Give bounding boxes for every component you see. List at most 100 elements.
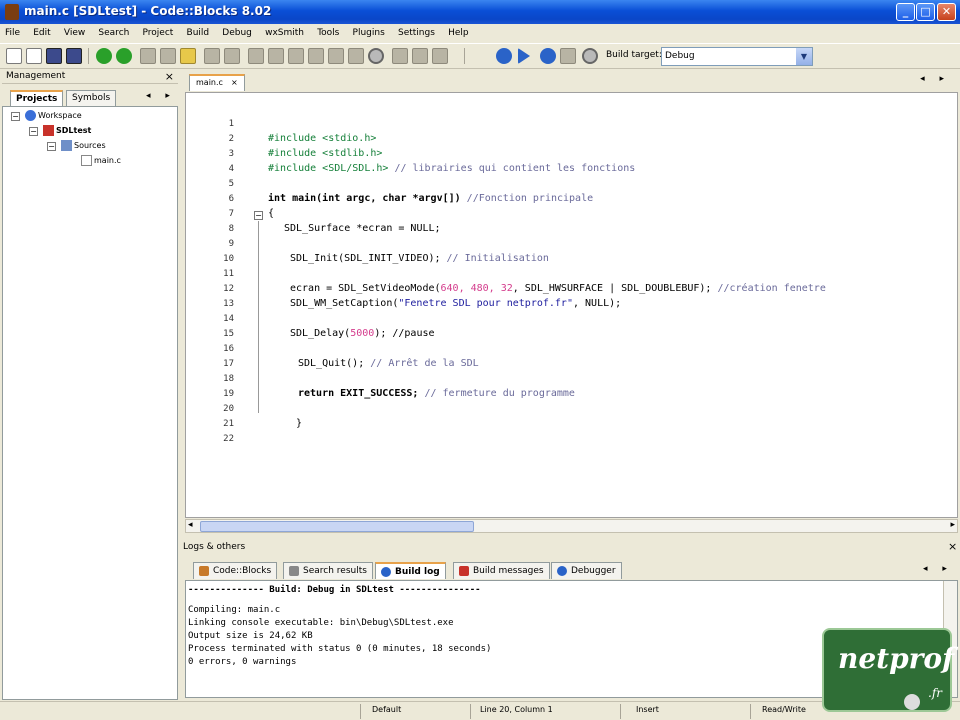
scroll-right-icon[interactable]: ▸ [950,520,955,530]
collapse-sources-toggle[interactable]: − [47,142,56,151]
line-number: 9 [228,239,234,249]
menu-wxsmith[interactable]: wxSmith [260,24,309,42]
log-line: -------------- Build: Debug in SDLtest -… [188,585,481,595]
paste-icon[interactable] [180,48,196,64]
tree-workspace[interactable]: Workspace [25,110,82,121]
run-icon[interactable] [518,48,530,64]
debug-next-icon[interactable] [268,48,284,64]
line-number: 14 [223,314,234,324]
stop-debug-icon[interactable] [368,48,384,64]
toolbar: Build target: Debug ▼ [0,43,960,69]
fold-toggle[interactable]: − [254,211,263,220]
menu-view[interactable]: View [59,24,90,42]
editor-horizontal-scrollbar[interactable]: ◂ ▸ [185,519,958,533]
menu-file[interactable]: File [0,24,25,42]
menu-tools[interactable]: Tools [312,24,344,42]
toggle-comment-icon[interactable] [392,48,408,64]
close-icon[interactable]: × [231,78,238,87]
build-and-run-icon[interactable] [540,48,556,64]
collapse-project-toggle[interactable]: − [29,127,38,136]
logo-subtext: .fr [928,686,942,700]
close-icon[interactable]: × [948,540,957,553]
open-file-icon[interactable] [26,48,42,64]
debug-stepout-icon[interactable] [308,48,324,64]
tree-sources-folder[interactable]: Sources [61,140,106,151]
debug-step-icon[interactable] [248,48,264,64]
tab-label: Debugger [571,566,616,576]
status-separator [470,704,471,719]
redo-icon[interactable] [116,48,132,64]
bookmark-icon[interactable] [432,48,448,64]
save-all-icon[interactable] [66,48,82,64]
tab-label: Build log [395,567,440,577]
close-window-button[interactable]: ✕ [937,3,956,21]
tab-build-messages[interactable]: Build messages [453,562,550,579]
logs-header: Logs & others × [183,540,957,553]
debug-info-icon[interactable] [348,48,364,64]
editor-tab-main-c[interactable]: main.c × [189,74,245,91]
undo-icon[interactable] [96,48,112,64]
debugger-icon [557,565,567,576]
tree-file-main-c[interactable]: main.c [81,155,121,166]
line-number: 15 [223,329,234,339]
abort-icon[interactable] [582,48,598,64]
build-log-icon [381,566,391,577]
rebuild-icon[interactable] [560,48,576,64]
log-line: Compiling: main.c [188,605,281,615]
save-icon[interactable] [46,48,62,64]
code-line-7: { [268,208,275,219]
workspace-icon [25,110,36,121]
tab-debugger[interactable]: Debugger [551,562,622,579]
tab-scroll-arrows[interactable]: ◂ ▸ [146,91,176,101]
menu-search[interactable]: Search [93,24,134,42]
menu-project[interactable]: Project [138,24,179,42]
code-line-2: #include <stdio.h> [268,133,377,144]
tree-project[interactable]: SDLtest [43,125,91,136]
codeblocks-window: main.c [SDLtest] - Code::Blocks 8.02 _ □… [0,0,960,720]
build-target-select[interactable]: Debug ▼ [661,47,813,66]
scroll-thumb[interactable] [200,521,474,532]
tab-codeblocks-log[interactable]: Code::Blocks [193,562,278,579]
logs-tab-arrows[interactable]: ◂ ▸ [923,564,953,574]
collapse-workspace-toggle[interactable]: − [11,112,20,121]
editor-tab-arrows[interactable]: ◂ ▸ [920,74,950,84]
logo-text: netprof [838,642,955,675]
search-icon [289,565,299,576]
status-insert-mode: Insert [636,705,659,714]
line-number: 4 [228,164,234,174]
tab-symbols[interactable]: Symbols [66,90,117,106]
chevron-down-icon[interactable]: ▼ [796,48,812,65]
menu-settings[interactable]: Settings [393,24,440,42]
debug-windows-icon[interactable] [328,48,344,64]
maximize-button[interactable]: □ [916,3,935,21]
tab-search-results[interactable]: Search results [283,562,373,579]
code-editor[interactable]: 1 2 3 4 5 6 7 8 9 10 11 12 13 14 15 16 1… [185,92,958,518]
menu-debug[interactable]: Debug [217,24,257,42]
menu-edit[interactable]: Edit [28,24,55,42]
status-separator [750,704,751,719]
jump-icon[interactable] [412,48,428,64]
menu-plugins[interactable]: Plugins [348,24,390,42]
build-icon[interactable] [496,48,512,64]
tree-folder-label: Sources [74,141,106,150]
project-icon [43,125,54,136]
find-icon[interactable] [204,48,220,64]
menu-build[interactable]: Build [182,24,215,42]
fold-line [258,221,259,413]
code-line-13: SDL_WM_SetCaption("Fenetre SDL pour netp… [290,298,622,309]
tab-build-log[interactable]: Build log [375,562,446,579]
tab-projects[interactable]: Projects [10,90,64,107]
editor-area: main.c × ◂ ▸ 1 2 3 4 5 6 7 8 9 10 11 12 1… [183,70,960,540]
debug-stepin-icon[interactable] [288,48,304,64]
minimize-button[interactable]: _ [896,3,915,21]
close-icon[interactable]: × [165,70,174,83]
menu-help[interactable]: Help [443,24,474,42]
status-access: Read/Write [762,705,806,714]
replace-icon[interactable] [224,48,240,64]
new-file-icon[interactable] [6,48,22,64]
scroll-left-icon[interactable]: ◂ [188,520,193,530]
copy-icon[interactable] [160,48,176,64]
cut-icon[interactable] [140,48,156,64]
line-number: 1 [228,119,234,129]
code-line-17: SDL_Quit(); // Arrêt de la SDL [298,358,479,369]
